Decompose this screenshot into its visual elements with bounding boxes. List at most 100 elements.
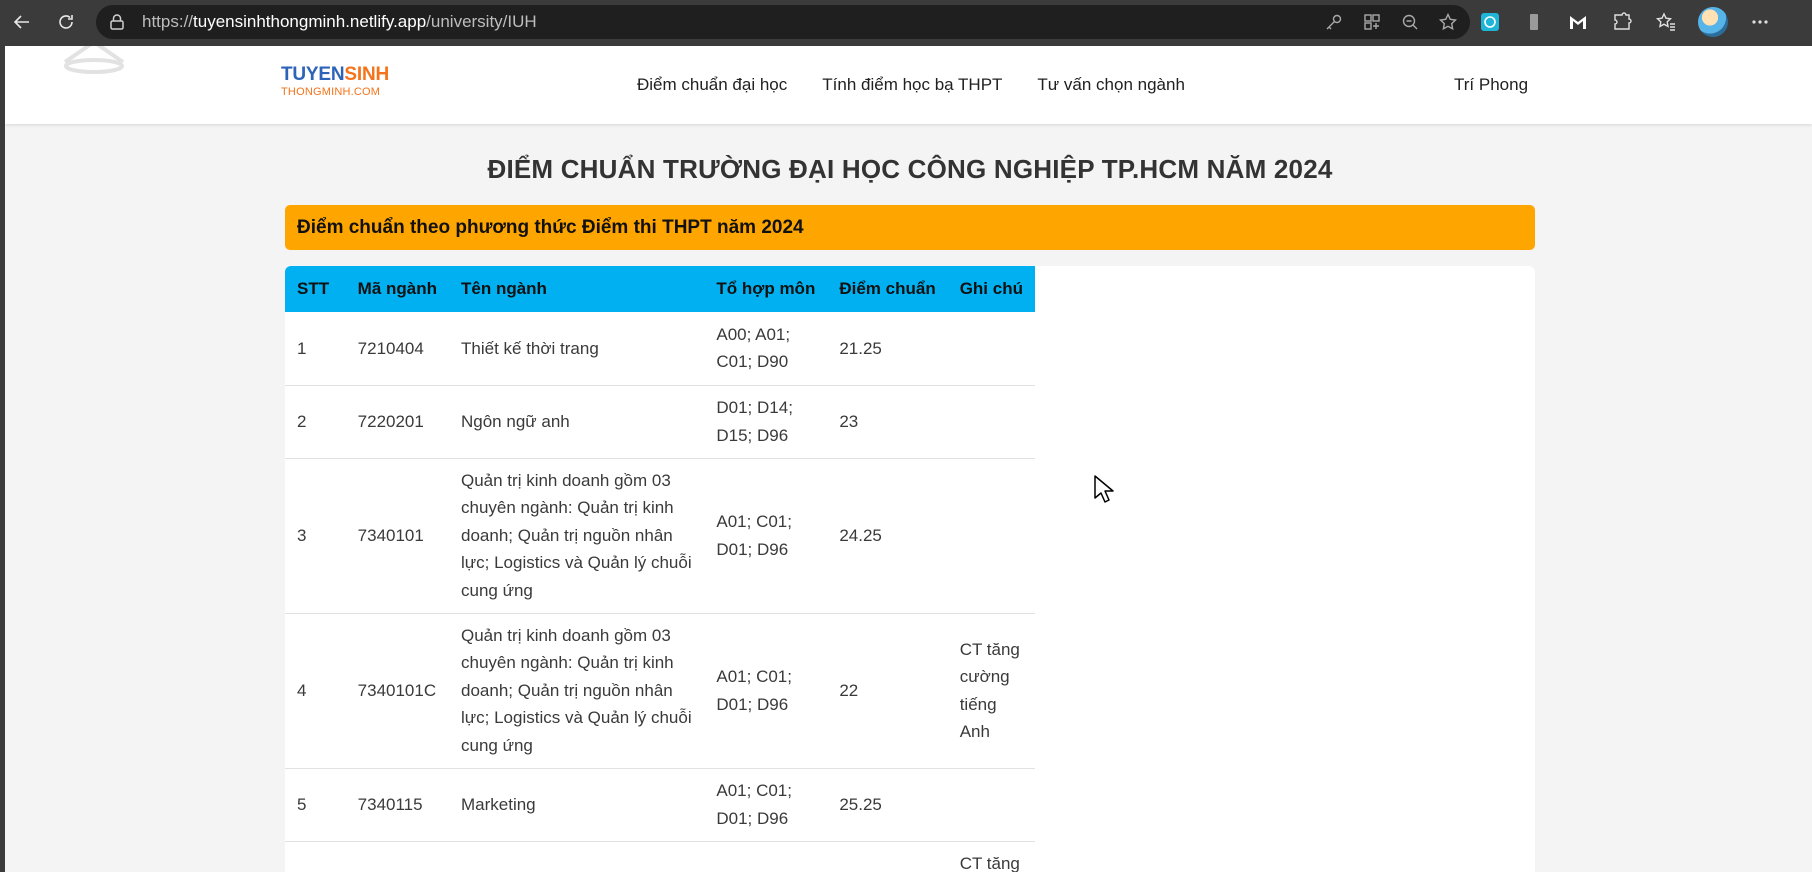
url-path: /university/IUH: [426, 12, 537, 31]
cell-to-hop-mon-line: A01; C01;: [716, 667, 792, 686]
cell-ten-nganh: Thiết kế thời trang: [449, 312, 705, 386]
cell-to-hop-mon: D01; D14; D15; D96: [704, 385, 828, 459]
cell-ten-nganh-line: Quản trị kinh doanh gồm 03: [461, 625, 671, 645]
cell-ten-nganh-line: Thiết kế thời trang: [461, 338, 599, 358]
cell-ma-nganh: 7340115: [345, 768, 449, 842]
cell-ghi-chu-line: Anh: [959, 722, 990, 741]
puzzle-icon: [1614, 12, 1632, 30]
cell-stt: 5: [285, 768, 346, 842]
cell-ten-nganh: [449, 841, 705, 872]
cell-ghi-chu: [947, 385, 1035, 459]
header-ten-nganh: Tên ngành: [449, 266, 705, 312]
cell-diem-chuan: 22: [827, 613, 948, 769]
puzzle-button[interactable]: [1610, 10, 1634, 34]
cell-to-hop-mon: A00; A01; C01; D90: [704, 312, 828, 386]
table-row: CT tăng: [285, 841, 1035, 872]
cell-diem-chuan: 25.25: [827, 768, 948, 842]
address-bar-actions: [1324, 5, 1458, 39]
key-icon[interactable]: [1324, 12, 1344, 32]
header-ghi-chu: Ghi chú: [947, 266, 1035, 312]
scores-card: STT Mã ngành Tên ngành Tổ hợp môn Điểm c…: [285, 266, 1535, 872]
logo-subtext: THONGMINH.COM: [281, 86, 381, 98]
url-scheme: https://: [142, 12, 194, 31]
cell-to-hop-mon: A01; C01; D01; D96: [704, 768, 828, 842]
avatar[interactable]: [1698, 7, 1728, 37]
cell-ten-nganh-line: Quản trị kinh doanh gồm 03: [461, 470, 671, 490]
refresh-icon: [59, 15, 73, 29]
cell-to-hop-mon-line: D01; D14;: [716, 398, 793, 417]
table-header-row: STT Mã ngành Tên ngành Tổ hợp môn Điểm c…: [285, 266, 1035, 312]
cell-ten-nganh: Quản trị kinh doanh gồm 03 chuyên ngành: …: [449, 613, 705, 769]
watermark-icon: [63, 46, 125, 74]
star-icon[interactable]: [1438, 12, 1458, 32]
nav-tinh-diem-hoc-ba[interactable]: Tính điểm học bạ THPT: [822, 75, 1002, 95]
user-menu[interactable]: Trí Phong: [1454, 46, 1528, 124]
cell-ma-nganh: [345, 841, 449, 872]
cell-ghi-chu: [947, 768, 1035, 842]
url-text[interactable]: https://tuyensinhthongminh.netlify.app/u…: [142, 12, 537, 32]
cell-diem-chuan: 21.25: [827, 312, 948, 386]
cell-ghi-chu-line: CT tăng: [959, 853, 1020, 872]
cell-to-hop-mon-line: C01; D90: [716, 352, 789, 372]
logo-wordmark: TUYENSINH: [281, 64, 389, 86]
cell-diem-chuan: [827, 841, 948, 872]
cell-ten-nganh-line: chuyên ngành: Quản trị kinh: [461, 653, 674, 673]
back-button[interactable]: [2, 2, 42, 42]
cell-ten-nganh: Marketing: [449, 768, 705, 842]
favorites-icon: [1655, 12, 1675, 31]
cell-ten-nganh-line: cung ứng: [461, 735, 533, 755]
favorites-button[interactable]: [1654, 10, 1678, 34]
cell-ghi-chu: CT tăng: [947, 841, 1035, 872]
cell-ten-nganh: Ngôn ngữ anh: [449, 385, 705, 459]
cell-to-hop-mon-line: A00; A01;: [716, 324, 791, 344]
app-grid-icon[interactable]: [1362, 12, 1382, 32]
bookmark-button[interactable]: [1522, 10, 1546, 34]
cell-ten-nganh-line: lực; Logistics và Quản lý chuỗi: [461, 553, 692, 573]
cell-ten-nganh-line: Ngôn ngữ anh: [461, 411, 570, 431]
cell-diem-chuan: 23: [827, 385, 948, 459]
nav-tu-van-chon-nganh[interactable]: Tư vấn chọn ngành: [1037, 75, 1184, 95]
cell-ten-nganh-line: lực; Logistics và Quản lý chuỗi: [461, 708, 692, 728]
cell-ghi-chu: CT tăng cường tiếng Anh: [947, 613, 1035, 769]
extension-button[interactable]: [1478, 10, 1502, 34]
site-logo[interactable]: TUYENSINH THONGMINH.COM: [281, 64, 389, 98]
more-button[interactable]: [1748, 10, 1772, 34]
logo-text-1: TUYEN: [281, 64, 345, 85]
header-diem-chuan: Điểm chuẩn: [827, 266, 948, 312]
method-banner: Điểm chuẩn theo phương thức Điểm thi THP…: [285, 205, 1535, 250]
bookmark-icon: [1530, 14, 1538, 30]
cell-ghi-chu: [947, 458, 1035, 614]
table-row: 1 7210404 Thiết kế thời trang A00; A01; C01;…: [285, 312, 1035, 386]
cell-to-hop-mon: A01; C01; D01; D96: [704, 613, 828, 769]
header-ma-nganh: Mã ngành: [345, 266, 449, 312]
cell-ten-nganh: Quản trị kinh doanh gồm 03 chuyên ngành: …: [449, 458, 705, 614]
cell-stt: 4: [285, 613, 346, 769]
malwarebytes-icon: [1570, 16, 1586, 29]
cell-ghi-chu-line: tiếng: [959, 694, 997, 714]
table-row: 5 7340115 Marketing A01; C01; D01; D96 25.25: [285, 768, 1035, 842]
lock-icon[interactable]: [108, 13, 126, 31]
page-title: ĐIỂM CHUẨN TRƯỜNG ĐẠI HỌC CÔNG NGHIỆP TP…: [487, 154, 1333, 184]
cell-to-hop-mon-line: A01; C01;: [716, 512, 792, 531]
extensions-area: [1478, 0, 1772, 44]
cell-stt: 1: [285, 312, 346, 386]
malwarebytes-button[interactable]: [1566, 10, 1590, 34]
cell-ghi-chu: [947, 312, 1035, 386]
cell-to-hop-mon-line: D01; D96: [716, 694, 789, 714]
cell-ten-nganh-line: Marketing: [461, 794, 536, 814]
table-body: 1 7210404 Thiết kế thời trang A00; A01; C01;…: [285, 312, 1035, 872]
cell-to-hop-mon-line: D01; D96: [716, 539, 789, 559]
cell-stt: 2: [285, 385, 346, 459]
refresh-button[interactable]: [46, 2, 86, 42]
nav-diem-chuan[interactable]: Điểm chuẩn đại học: [637, 75, 787, 95]
address-bar[interactable]: https://tuyensinhthongminh.netlify.app/u…: [96, 5, 1470, 39]
cell-ten-nganh-line: doanh; Quản trị nguồn nhân: [461, 525, 673, 545]
extension-icon: [1481, 13, 1499, 31]
cell-ghi-chu-line: CT tăng: [959, 639, 1020, 659]
header-to-hop-mon: Tổ hợp môn: [704, 266, 828, 312]
cell-stt: 3: [285, 458, 346, 614]
cell-ten-nganh-line: doanh; Quản trị nguồn nhân: [461, 680, 673, 700]
cell-ma-nganh: 7340101: [345, 458, 449, 614]
zoom-out-icon[interactable]: [1400, 12, 1420, 32]
cell-ma-nganh: 7220201: [345, 385, 449, 459]
